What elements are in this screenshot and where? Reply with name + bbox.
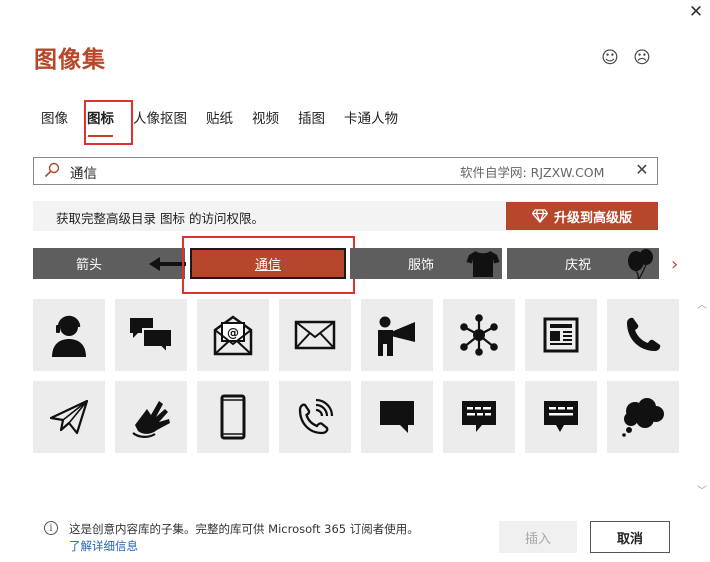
mobile-phone-icon[interactable] bbox=[197, 381, 269, 453]
premium-banner-text: 获取完整高级目录 图标 的访问权限。 bbox=[56, 211, 264, 226]
diamond-icon bbox=[531, 209, 548, 223]
category-clothing[interactable]: 服饰 bbox=[350, 248, 502, 279]
network-hub-icon[interactable] bbox=[443, 299, 515, 371]
close-button[interactable]: ✕ bbox=[686, 2, 706, 22]
tab-illustrations[interactable]: 插图 bbox=[291, 100, 332, 134]
email-open-icon[interactable]: @ bbox=[197, 299, 269, 371]
search-value[interactable]: 通信 bbox=[70, 162, 97, 182]
sign-language-icon[interactable] bbox=[115, 381, 187, 453]
svg-text:@: @ bbox=[227, 326, 239, 340]
tab-images[interactable]: 图像 bbox=[34, 100, 75, 134]
clear-search-button[interactable]: ✕ bbox=[633, 161, 651, 179]
learn-more-link[interactable]: 了解详细信息 bbox=[69, 538, 138, 554]
speech-bubble-icon[interactable] bbox=[361, 381, 433, 453]
phone-ringing-icon[interactable] bbox=[279, 381, 351, 453]
next-category-arrow[interactable]: › bbox=[671, 254, 678, 275]
headset-person-icon[interactable] bbox=[33, 299, 105, 371]
tab-stickers[interactable]: 贴纸 bbox=[199, 100, 240, 134]
category-label: 箭头 bbox=[75, 258, 102, 273]
info-icon: i bbox=[44, 521, 58, 535]
newspaper-icon[interactable] bbox=[525, 299, 597, 371]
paper-plane-icon[interactable] bbox=[33, 381, 105, 453]
megaphone-person-icon[interactable] bbox=[361, 299, 433, 371]
scroll-up-arrow[interactable]: ︿ bbox=[697, 296, 707, 311]
category-arrows[interactable]: 箭头 bbox=[33, 248, 186, 279]
text-message-icon[interactable] bbox=[443, 381, 515, 453]
smile-feedback-icon[interactable]: ☺ bbox=[600, 48, 620, 68]
tshirt-icon bbox=[466, 251, 500, 277]
tab-cutout-people[interactable]: 人像抠图 bbox=[126, 100, 194, 134]
thought-bubble-icon[interactable] bbox=[607, 381, 679, 453]
chat-bubbles-icon[interactable] bbox=[115, 299, 187, 371]
search-icon bbox=[44, 162, 60, 178]
watermark-text: 软件自学网: RJZXW.COM bbox=[460, 165, 605, 180]
upgrade-button[interactable]: 升级到高级版 bbox=[506, 202, 658, 230]
category-celebration[interactable]: 庆祝 bbox=[507, 248, 659, 279]
category-highlight-box bbox=[182, 236, 355, 294]
comment-icon[interactable] bbox=[525, 381, 597, 453]
tab-highlight-box bbox=[84, 100, 133, 145]
phone-handset-icon[interactable] bbox=[607, 299, 679, 371]
insert-button[interactable]: 插入 bbox=[499, 521, 577, 553]
frown-feedback-icon[interactable]: ☹ bbox=[632, 48, 652, 68]
dialog-title: 图像集 bbox=[34, 47, 106, 73]
upgrade-label: 升级到高级版 bbox=[553, 210, 632, 226]
scroll-down-arrow[interactable]: ﹀ bbox=[697, 482, 707, 497]
arrow-left-icon bbox=[149, 257, 186, 271]
tab-videos[interactable]: 视频 bbox=[245, 100, 286, 134]
tab-cartoon-people[interactable]: 卡通人物 bbox=[337, 100, 405, 134]
balloons-icon bbox=[628, 249, 653, 279]
subset-info-text: 这是创意内容库的子集。完整的库可供 Microsoft 365 订阅者使用。 bbox=[69, 522, 419, 536]
envelope-icon[interactable] bbox=[279, 299, 351, 371]
cancel-button[interactable]: 取消 bbox=[590, 521, 670, 553]
